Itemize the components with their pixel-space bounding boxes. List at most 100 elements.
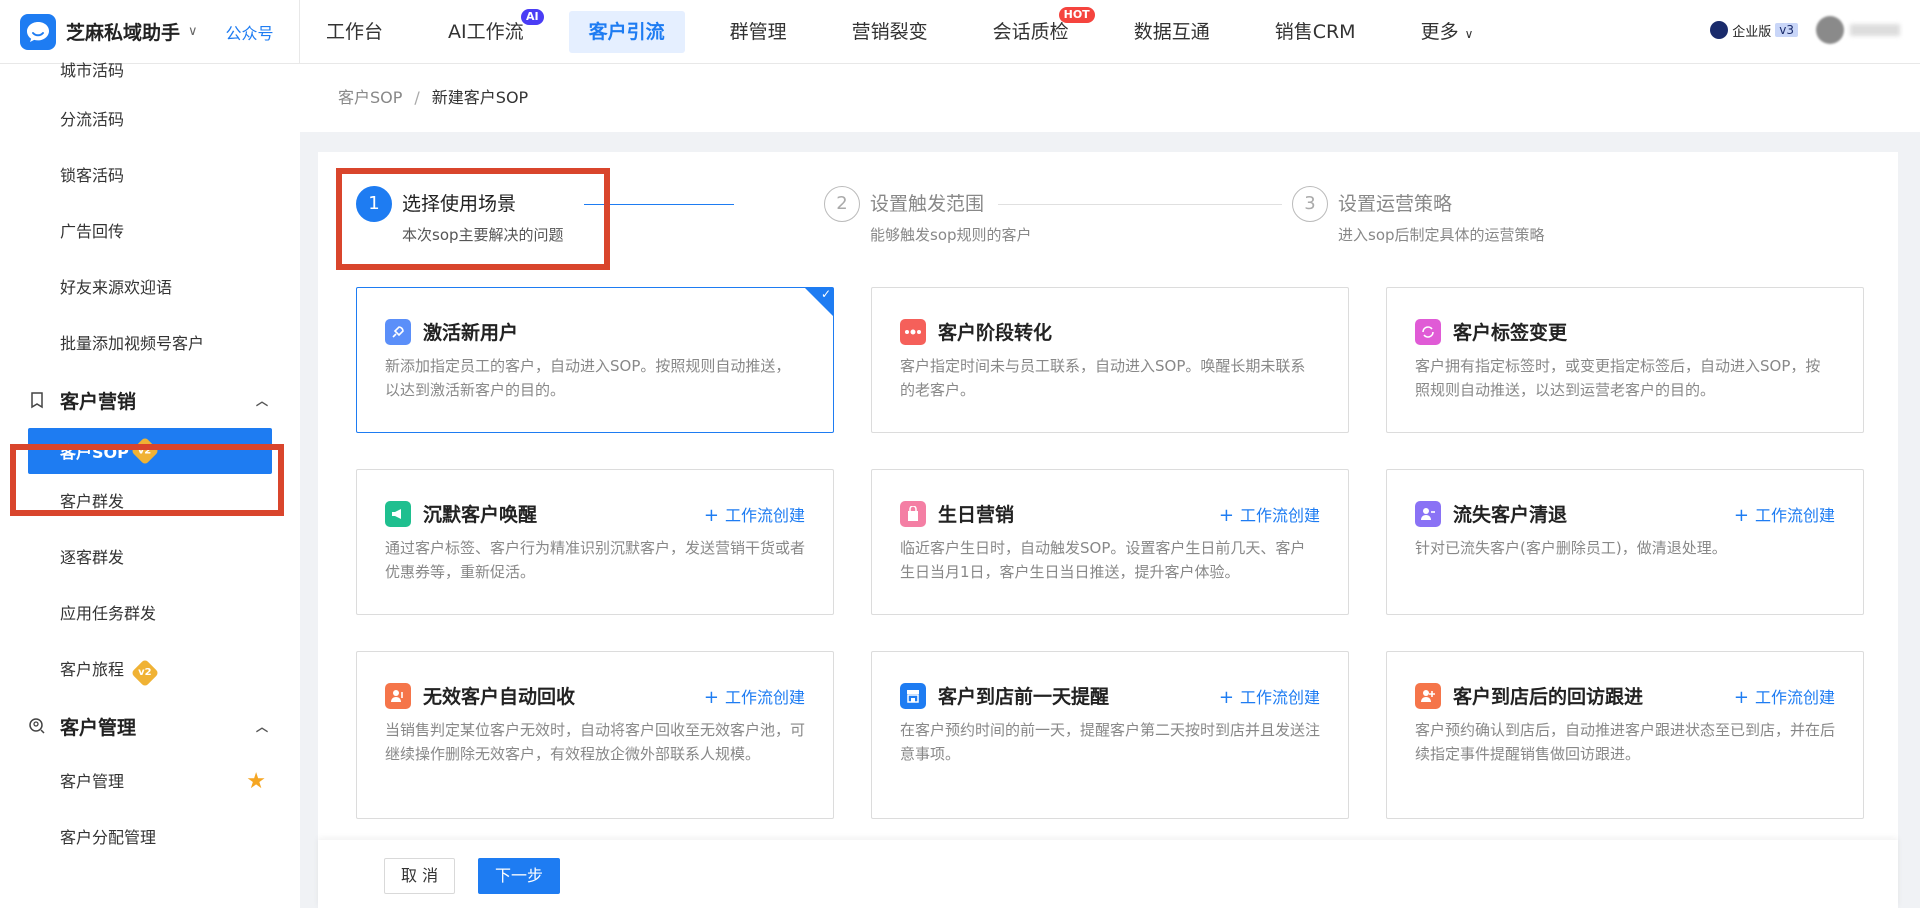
card-desc: 客户预约确认到店后，自动推进客户跟进状态至已到店，并在后续指定事件提醒销售做回访… xyxy=(1415,721,1836,763)
cancel-button[interactable]: 取 消 xyxy=(384,858,456,894)
card-desc: 临近客户生日时，自动触发SOP。设置客户生日前几天、客户生日当月1日，客户生日当… xyxy=(900,539,1306,581)
rocket-icon xyxy=(385,318,411,345)
sidebar-item-label: 客户管理 xyxy=(60,772,125,791)
gift-bag-icon xyxy=(900,500,926,527)
workflow-create-link[interactable]: + 工作流创建 xyxy=(1219,502,1320,526)
next-step-button[interactable]: 下一步 xyxy=(478,858,561,894)
plus-icon: + xyxy=(1218,687,1234,708)
app-logo-icon[interactable] xyxy=(20,13,56,50)
edition-label: 企业版 xyxy=(1732,24,1772,40)
scenario-card-silent-wake[interactable]: 沉默客户唤醒 + 工作流创建 通过客户标签、客户行为精准识别沉默客户，发送营销干货… xyxy=(356,469,834,615)
scenario-card-activate-new[interactable]: 激活新用户 新添加指定员工的客户，自动进入SOP。按照规则自动推送，以达到激活新… xyxy=(356,287,834,433)
card-desc: 客户拥有指定标签时，或变更指定标签后，自动进入SOP，按照规则自动推送，以达到运… xyxy=(1415,357,1821,399)
sidebar-item-ad-callback[interactable]: 广告回传 xyxy=(0,204,300,260)
sidebar-item-customer-allocation[interactable]: 客户分配管理 xyxy=(0,810,300,866)
card-title: 客户标签变更 xyxy=(1453,322,1568,344)
edition-badge[interactable]: 企业版 v3 xyxy=(1710,21,1798,40)
sidebar-item-app-task-send[interactable]: 应用任务群发 xyxy=(0,586,300,642)
user-follow-icon xyxy=(1415,682,1441,709)
sidebar-group-label: 客户管理 xyxy=(60,716,137,739)
star-icon[interactable]: ★ xyxy=(246,754,266,810)
nav-session-inspection[interactable]: 会话质检 HOT xyxy=(973,6,1095,53)
card-desc: 针对已流失客户(客户删除员工)，做清退处理。 xyxy=(1415,539,1727,557)
card-title: 客户到店前一天提醒 xyxy=(938,686,1110,708)
plus-icon: + xyxy=(1733,687,1749,708)
plus-icon: + xyxy=(1218,505,1234,526)
ai-badge: AI xyxy=(521,8,544,25)
workflow-create-link[interactable]: + 工作流创建 xyxy=(704,502,805,526)
nav-group-management[interactable]: 群管理 xyxy=(710,11,807,53)
sidebar-group-marketing[interactable]: 客户营销 ︿ xyxy=(0,372,300,428)
tag-change-icon xyxy=(1415,318,1441,345)
user-remove-icon xyxy=(1415,500,1441,527)
workflow-create-link[interactable]: + 工作流创建 xyxy=(1734,502,1835,526)
card-title: 沉默客户唤醒 xyxy=(423,504,538,526)
sidebar-group-customer-management[interactable]: 客户管理 ︿ xyxy=(0,698,300,754)
card-title: 流失客户清退 xyxy=(1453,504,1568,526)
step-title: 设置运营策略 xyxy=(1338,193,1453,215)
megaphone-icon xyxy=(385,500,411,527)
step-2[interactable]: 2 设置触发范围 能够触发sop规则的客户 xyxy=(824,186,1032,245)
avatar[interactable] xyxy=(1816,16,1844,44)
scenario-card-birthday[interactable]: 生日营销 + 工作流创建 临近客户生日时，自动触发SOP。设置客户生日前几天、客户… xyxy=(871,469,1349,615)
scenario-card-tag-change[interactable]: 客户标签变更 客户拥有指定标签时，或变更指定标签后，自动进入SOP，按照规则自动… xyxy=(1386,287,1864,433)
sidebar-item-split-code[interactable]: 分流活码 xyxy=(0,92,300,148)
sidebar-item-customer-journey[interactable]: 客户旅程 v2 xyxy=(0,642,300,698)
scenario-card-post-visit-followup[interactable]: 客户到店后的回访跟进 + 工作流创建 客户预约确认到店后，自动推进客户跟进状态至已… xyxy=(1386,651,1864,819)
card-title: 无效客户自动回收 xyxy=(423,686,576,708)
card-desc: 当销售判定某位客户无效时，自动将客户回收至无效客户池，可继续操作删除无效客户，有… xyxy=(385,721,806,763)
chevron-down-icon: ∨ xyxy=(1464,26,1474,41)
main-nav: 工作台 AI工作流 AI 客户引流 群管理 营销裂变 会话质检 HOT 数据互通 销… xyxy=(300,0,1518,64)
customer-management-icon xyxy=(29,718,45,734)
breadcrumb-separator: / xyxy=(414,88,420,107)
chevron-down-icon[interactable]: ∨ xyxy=(188,24,198,39)
recycle-icon xyxy=(385,682,411,709)
sidebar-item-batch-add[interactable]: 批量添加视频号客户 xyxy=(0,316,300,372)
nav-sales-crm[interactable]: 销售CRM xyxy=(1255,11,1376,53)
workflow-create-link[interactable]: + 工作流创建 xyxy=(1734,684,1835,708)
workflow-create-link[interactable]: + 工作流创建 xyxy=(704,684,805,708)
step-number: 3 xyxy=(1292,186,1328,222)
scenario-card-lost-customer[interactable]: 流失客户清退 + 工作流创建 针对已流失客户(客户删除员工)，做清退处理。 xyxy=(1386,469,1864,615)
sidebar-item-city-code[interactable]: 城市活码 xyxy=(0,50,300,92)
sidebar-item-customer-management[interactable]: 客户管理 ★ xyxy=(0,754,300,810)
workflow-create-link[interactable]: + 工作流创建 xyxy=(1219,684,1320,708)
step-3[interactable]: 3 设置运营策略 进入sop后制定具体的运营策略 xyxy=(1292,186,1545,245)
card-title: 客户到店后的回访跟进 xyxy=(1453,686,1644,708)
plus-icon: + xyxy=(703,687,719,708)
user-name[interactable] xyxy=(1850,24,1900,36)
scenario-card-pre-visit-reminder[interactable]: 客户到店前一天提醒 + 工作流创建 在客户预约时间的前一天，提醒客户第二天按时到店… xyxy=(871,651,1349,819)
chevron-up-icon: ︿ xyxy=(255,393,268,408)
card-title: 激活新用户 xyxy=(423,322,519,344)
public-account-link[interactable]: 公众号 xyxy=(226,20,274,44)
card-title: 客户阶段转化 xyxy=(938,322,1053,344)
nav-data-interop[interactable]: 数据互通 xyxy=(1114,11,1230,53)
nav-customer-acquisition[interactable]: 客户引流 xyxy=(568,10,685,53)
check-icon: ✓ xyxy=(820,287,831,301)
plus-icon: + xyxy=(703,505,719,526)
footer-bar: 取 消 下一步 xyxy=(318,840,1898,908)
nav-more[interactable]: 更多 ∨ xyxy=(1401,11,1494,53)
nav-marketing-fission[interactable]: 营销裂变 xyxy=(832,11,948,53)
nav-ai-workflow[interactable]: AI工作流 AI xyxy=(428,8,544,53)
card-desc: 新添加指定员工的客户，自动进入SOP。按照规则自动推送，以达到激活新客户的目的。 xyxy=(385,357,791,399)
chevron-up-icon: ︿ xyxy=(255,719,268,734)
breadcrumb: 客户SOP / 新建客户SOP xyxy=(300,64,1920,132)
sidebar-item-one-by-one-send[interactable]: 逐客群发 xyxy=(0,530,300,586)
bookmark-icon xyxy=(31,392,43,409)
app-name[interactable]: 芝麻私域助手 xyxy=(66,18,180,45)
version-tag: v3 xyxy=(1775,23,1798,37)
sidebar-item-label: 客户旅程 xyxy=(60,660,125,679)
step-connector xyxy=(998,204,1282,205)
breadcrumb-parent[interactable]: 客户SOP xyxy=(338,88,402,107)
nav-workbench[interactable]: 工作台 xyxy=(306,11,403,53)
highlight-box-step xyxy=(336,168,610,270)
sidebar-item-welcome-msg[interactable]: 好友来源欢迎语 xyxy=(0,260,300,316)
account-area: 企业版 v3 xyxy=(1710,16,1900,44)
scenario-card-invalid-recycle[interactable]: 无效客户自动回收 + 工作流创建 当销售判定某位客户无效时，自动将客户回收至无效客… xyxy=(356,651,834,819)
card-desc: 在客户预约时间的前一天，提醒客户第二天按时到店并且发送注意事项。 xyxy=(900,721,1321,763)
step-number: 2 xyxy=(824,186,860,222)
scenario-card-stage-conversion[interactable]: 客户阶段转化 客户指定时间未与员工联系，自动进入SOP。唤醒长期未联系的老客户。 xyxy=(871,287,1349,433)
step-desc: 能够触发sop规则的客户 xyxy=(870,226,1032,244)
sidebar-item-lock-code[interactable]: 锁客活码 xyxy=(0,148,300,204)
